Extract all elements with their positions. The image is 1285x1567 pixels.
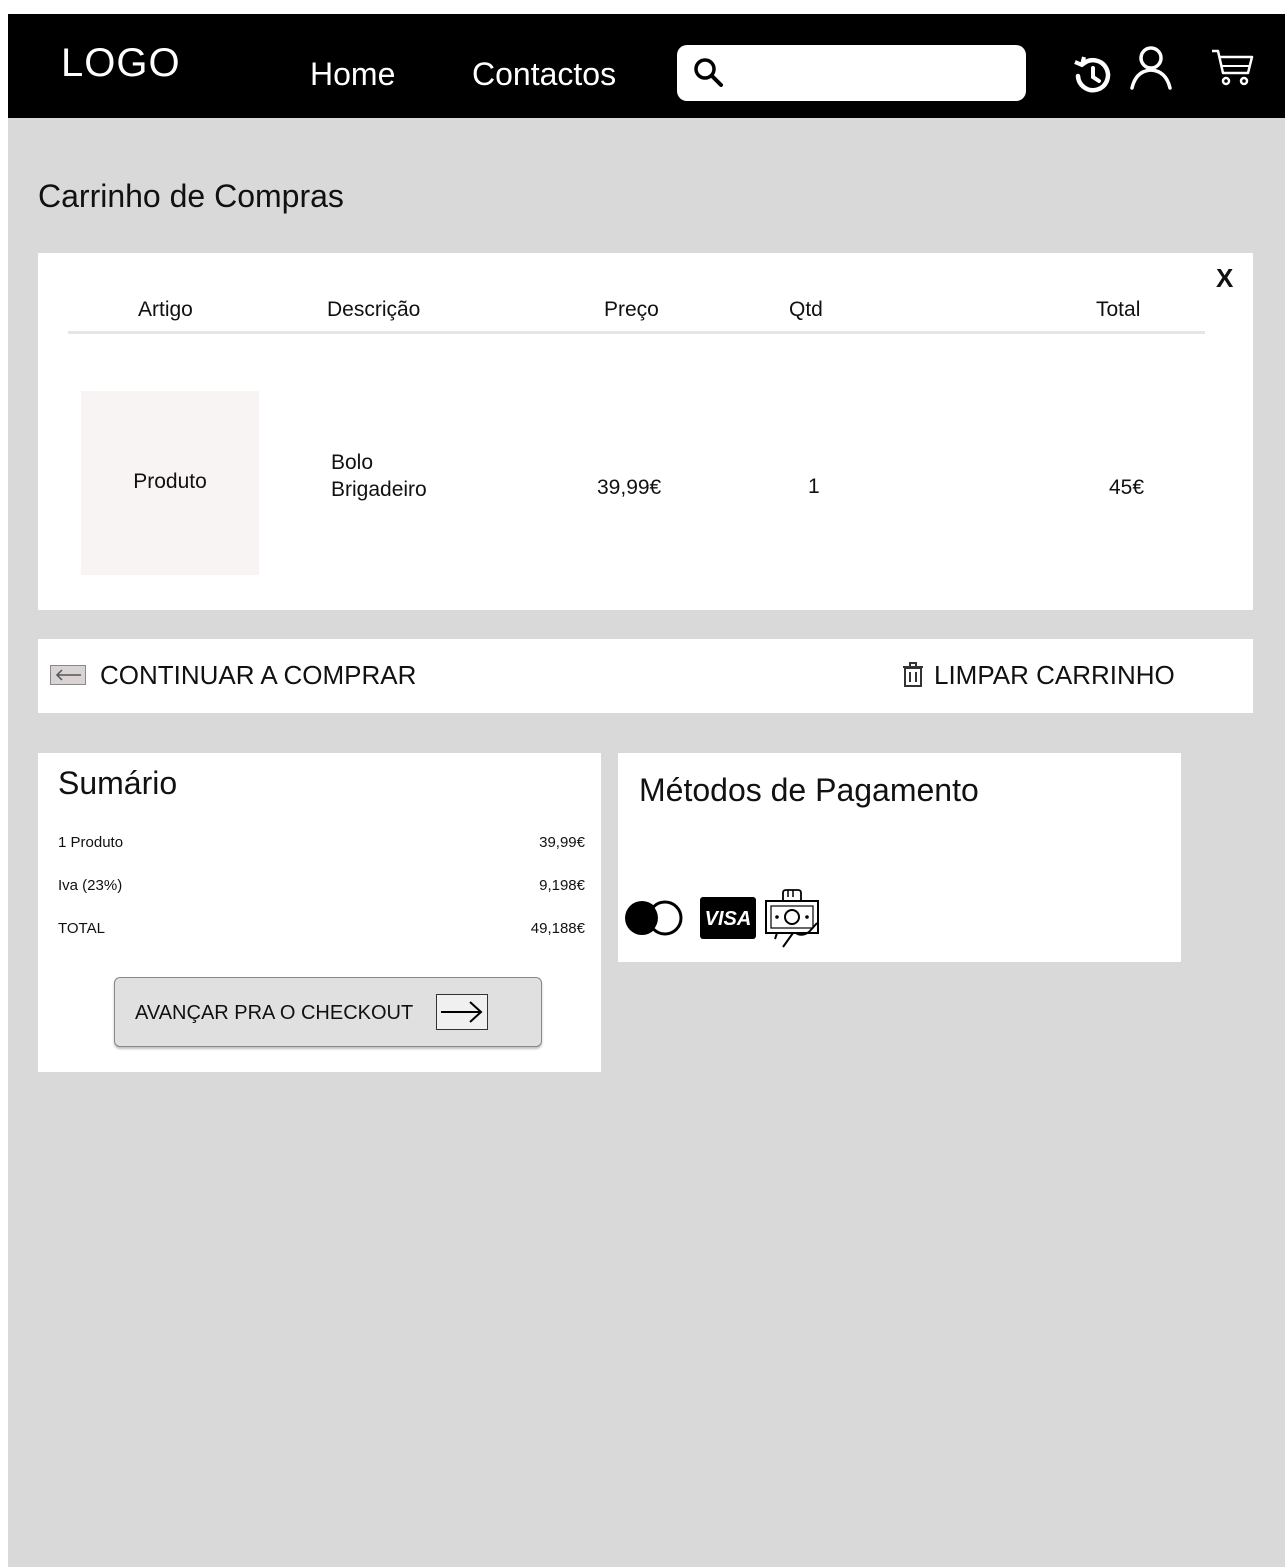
column-header-qty: Qtd	[789, 298, 823, 321]
svg-text:VISA: VISA	[705, 908, 752, 930]
cart-actions-bar: CONTINUAR A COMPRAR LIMPAR CARRINHO	[38, 639, 1253, 713]
summary-title: Sumário	[58, 765, 178, 801]
logo[interactable]: LOGO	[61, 41, 181, 86]
product-image[interactable]: Produto	[81, 391, 259, 575]
product-quantity[interactable]: 1	[808, 475, 820, 499]
clear-cart-button[interactable]: LIMPAR CARRINHO	[902, 655, 1175, 695]
column-header-description: Descrição	[327, 298, 421, 321]
payment-methods: Métodos de Pagamento VISA	[618, 753, 1181, 962]
continue-shopping-button[interactable]: CONTINUAR A COMPRAR	[50, 655, 416, 695]
table-header-divider	[68, 331, 1205, 334]
column-header-total: Total	[1096, 298, 1141, 321]
arrow-right-icon	[436, 994, 488, 1030]
nav-link-contacts[interactable]: Contactos	[472, 56, 616, 93]
summary-line-value: 39,99€	[539, 834, 585, 851]
search-icon	[694, 58, 723, 87]
product-description: Bolo Brigadeiro	[331, 449, 481, 503]
summary-line-label: 1 Produto	[58, 834, 124, 851]
product-description-line: Bolo	[331, 451, 374, 474]
search-input[interactable]	[729, 53, 1018, 95]
column-header-price: Preço	[604, 298, 659, 321]
summary-line-label: Iva (23%)	[58, 877, 123, 894]
arrow-left-icon	[50, 665, 86, 685]
product-description-line: Brigadeiro	[331, 478, 427, 501]
order-summary: Sumário 1 Produto 39,99€ Iva (23%) 9,198…	[38, 753, 601, 1072]
top-navigation-bar: LOGO Home Contactos	[8, 14, 1285, 118]
page-background: LOGO Home Contactos Carrinho de Compras	[8, 14, 1285, 1567]
checkout-button[interactable]: AVANÇAR PRA O CHECKOUT	[114, 977, 542, 1047]
cash-icon	[765, 889, 819, 948]
trash-icon	[903, 662, 923, 687]
checkout-button-label: AVANÇAR PRA O CHECKOUT	[135, 1002, 414, 1024]
payment-methods-title: Métodos de Pagamento	[639, 772, 979, 808]
nav-link-home[interactable]: Home	[310, 56, 395, 93]
cart-icon[interactable]	[1208, 46, 1256, 92]
clear-cart-label: LIMPAR CARRINHO	[934, 659, 1175, 690]
summary-line-value: 9,198€	[539, 877, 585, 894]
history-icon[interactable]	[1069, 52, 1117, 100]
mastercard-icon	[625, 900, 683, 936]
product-line-total: 45€	[1109, 476, 1145, 499]
summary-total-label: TOTAL	[58, 920, 105, 937]
close-button[interactable]: X	[1216, 263, 1233, 294]
product-price: 39,99€	[597, 476, 662, 499]
product-image-label: Produto	[133, 470, 207, 493]
search-box[interactable]	[677, 45, 1026, 101]
user-icon[interactable]	[1127, 44, 1175, 92]
summary-total-value: 49,188€	[530, 920, 585, 937]
continue-shopping-label: CONTINUAR A COMPRAR	[100, 659, 417, 690]
visa-icon: VISA	[700, 897, 756, 939]
page-title: Carrinho de Compras	[38, 178, 344, 214]
column-header-item: Artigo	[138, 298, 193, 321]
cart-table: X Artigo Descrição Preço Qtd Total Produ…	[38, 253, 1253, 610]
